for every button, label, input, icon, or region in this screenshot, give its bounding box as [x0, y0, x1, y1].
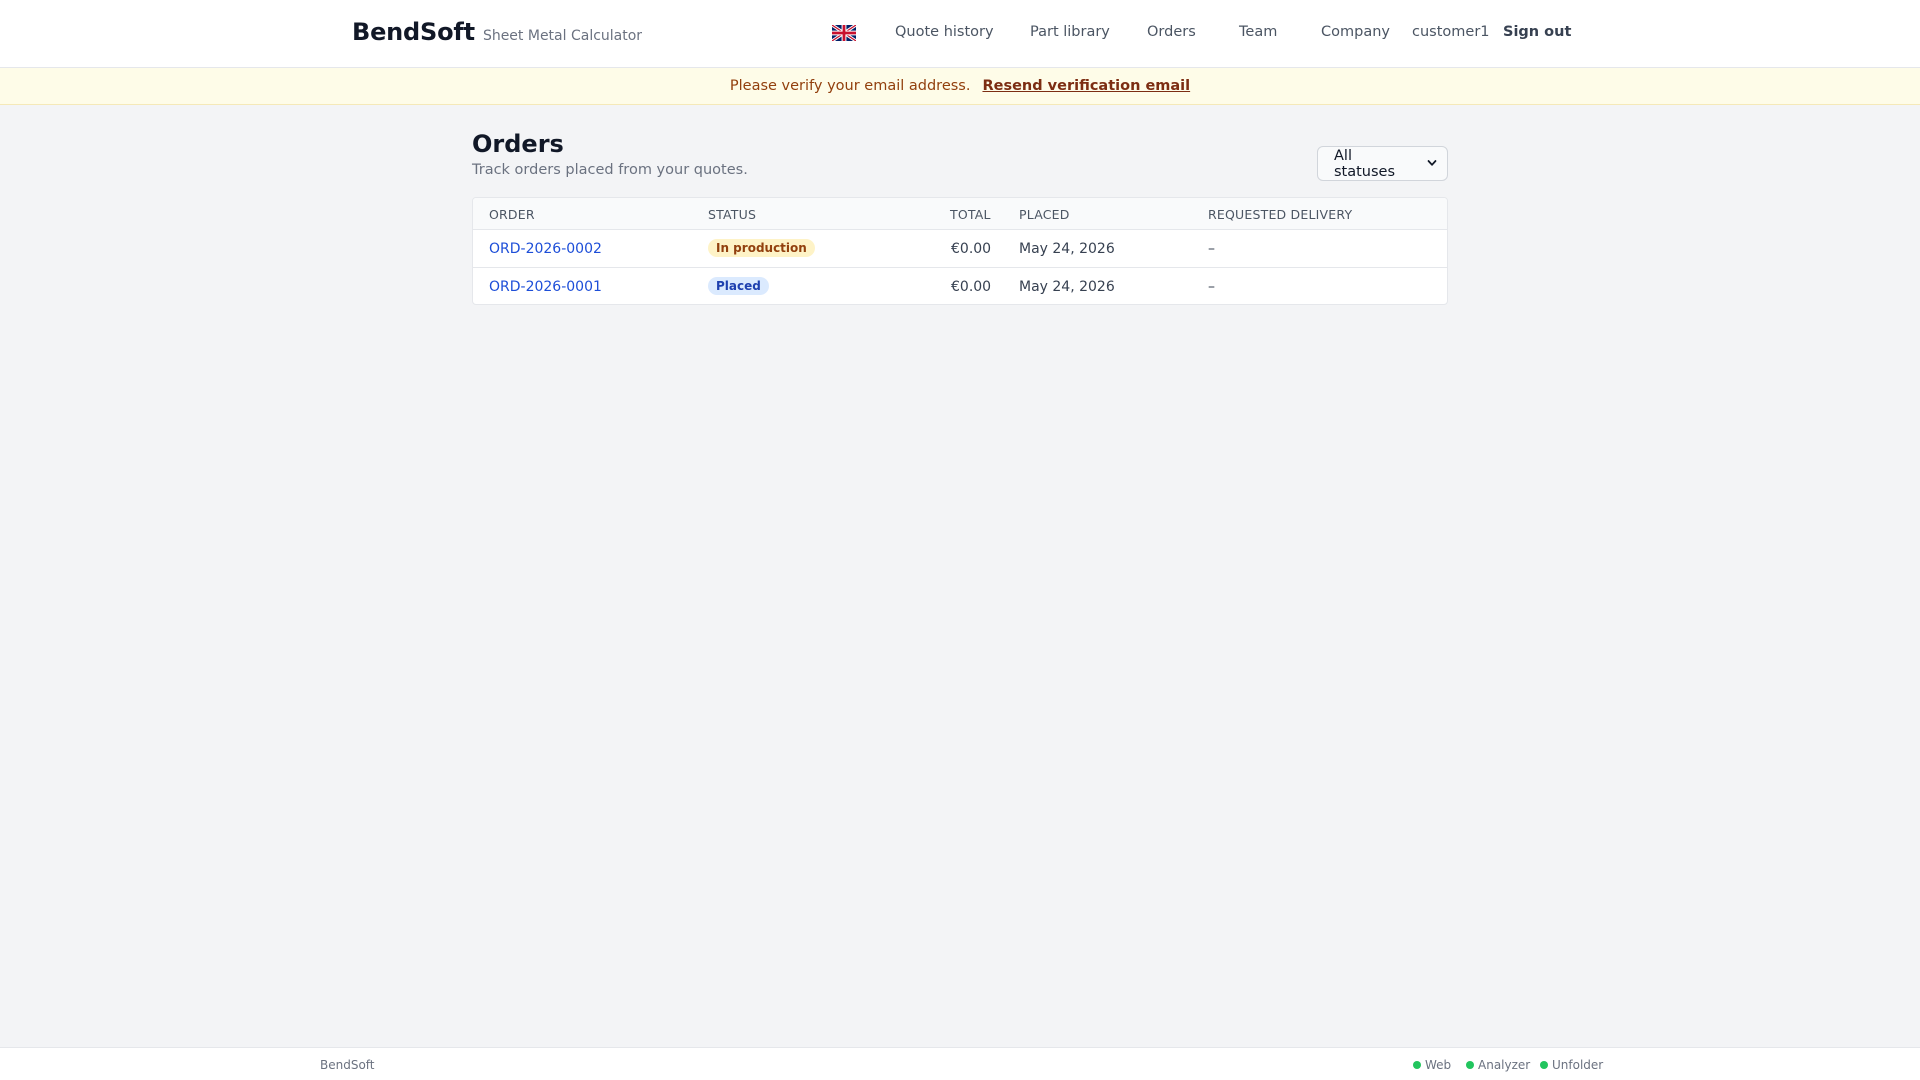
footer: BendSoft Web Analyzer Unfolder [0, 1047, 1920, 1080]
page-title: Orders [472, 130, 564, 158]
footer-brand: BendSoft [320, 1058, 375, 1072]
status-dot-icon [1540, 1061, 1548, 1069]
table-row[interactable]: ORD-2026-0001 Placed €0.00 May 24, 2026 … [473, 268, 1447, 304]
status-dot-icon [1466, 1061, 1474, 1069]
uk-flag-icon[interactable] [832, 25, 856, 41]
email-verification-banner: Please verify your email address. Resend… [0, 68, 1920, 105]
order-number-link[interactable]: ORD-2026-0002 [489, 241, 602, 257]
page-subtitle: Track orders placed from your quotes. [472, 162, 748, 178]
status-filter-select[interactable]: All statuses [1317, 146, 1448, 181]
column-header-total: Total [950, 207, 991, 222]
status-badge: In production [708, 239, 815, 257]
order-total: €0.00 [951, 279, 992, 295]
order-placed-date: May 24, 2026 [1019, 279, 1115, 295]
nav-quote-history[interactable]: Quote history [895, 24, 994, 40]
requested-delivery: – [1208, 241, 1215, 257]
service-status-analyzer: Analyzer [1466, 1058, 1530, 1072]
service-status-web: Web [1413, 1058, 1451, 1072]
service-label: Analyzer [1478, 1058, 1531, 1072]
order-total: €0.00 [951, 241, 992, 257]
status-filter-value: All statuses [1334, 147, 1396, 180]
column-header-status: Status [708, 207, 757, 222]
banner-message: Please verify your email address. [729, 78, 971, 94]
table-header: Order Status Total Placed Requested deli… [473, 198, 1447, 230]
status-badge: Placed [708, 277, 769, 295]
nav-team[interactable]: Team [1239, 24, 1277, 40]
order-number-link[interactable]: ORD-2026-0001 [489, 279, 602, 295]
table-row[interactable]: ORD-2026-0002 In production €0.00 May 24… [473, 230, 1447, 268]
status-dot-icon [1413, 1061, 1421, 1069]
resend-verification-link[interactable]: Resend verification email [982, 78, 1190, 94]
column-header-order: Order [489, 207, 535, 222]
main-nav: Quote history Part library Orders Team C… [0, 0, 1920, 68]
nav-company[interactable]: Company [1321, 24, 1390, 40]
nav-orders[interactable]: Orders [1147, 24, 1196, 40]
service-label: Unfolder [1552, 1058, 1604, 1072]
requested-delivery: – [1208, 279, 1215, 295]
nav-part-library[interactable]: Part library [1030, 24, 1110, 40]
chevron-down-icon [1427, 160, 1437, 166]
top-navigation-bar: BendSoft Sheet Metal Calculator Quote hi… [0, 0, 1920, 68]
service-label: Web [1425, 1058, 1452, 1072]
user-name[interactable]: customer1 [1412, 24, 1490, 40]
column-header-placed: Placed [1019, 207, 1070, 222]
sign-out-link[interactable]: Sign out [1503, 24, 1571, 40]
orders-table: Order Status Total Placed Requested deli… [472, 197, 1448, 305]
order-placed-date: May 24, 2026 [1019, 241, 1115, 257]
column-header-requested-delivery: Requested delivery [1208, 207, 1353, 222]
service-status-unfolder: Unfolder [1540, 1058, 1603, 1072]
